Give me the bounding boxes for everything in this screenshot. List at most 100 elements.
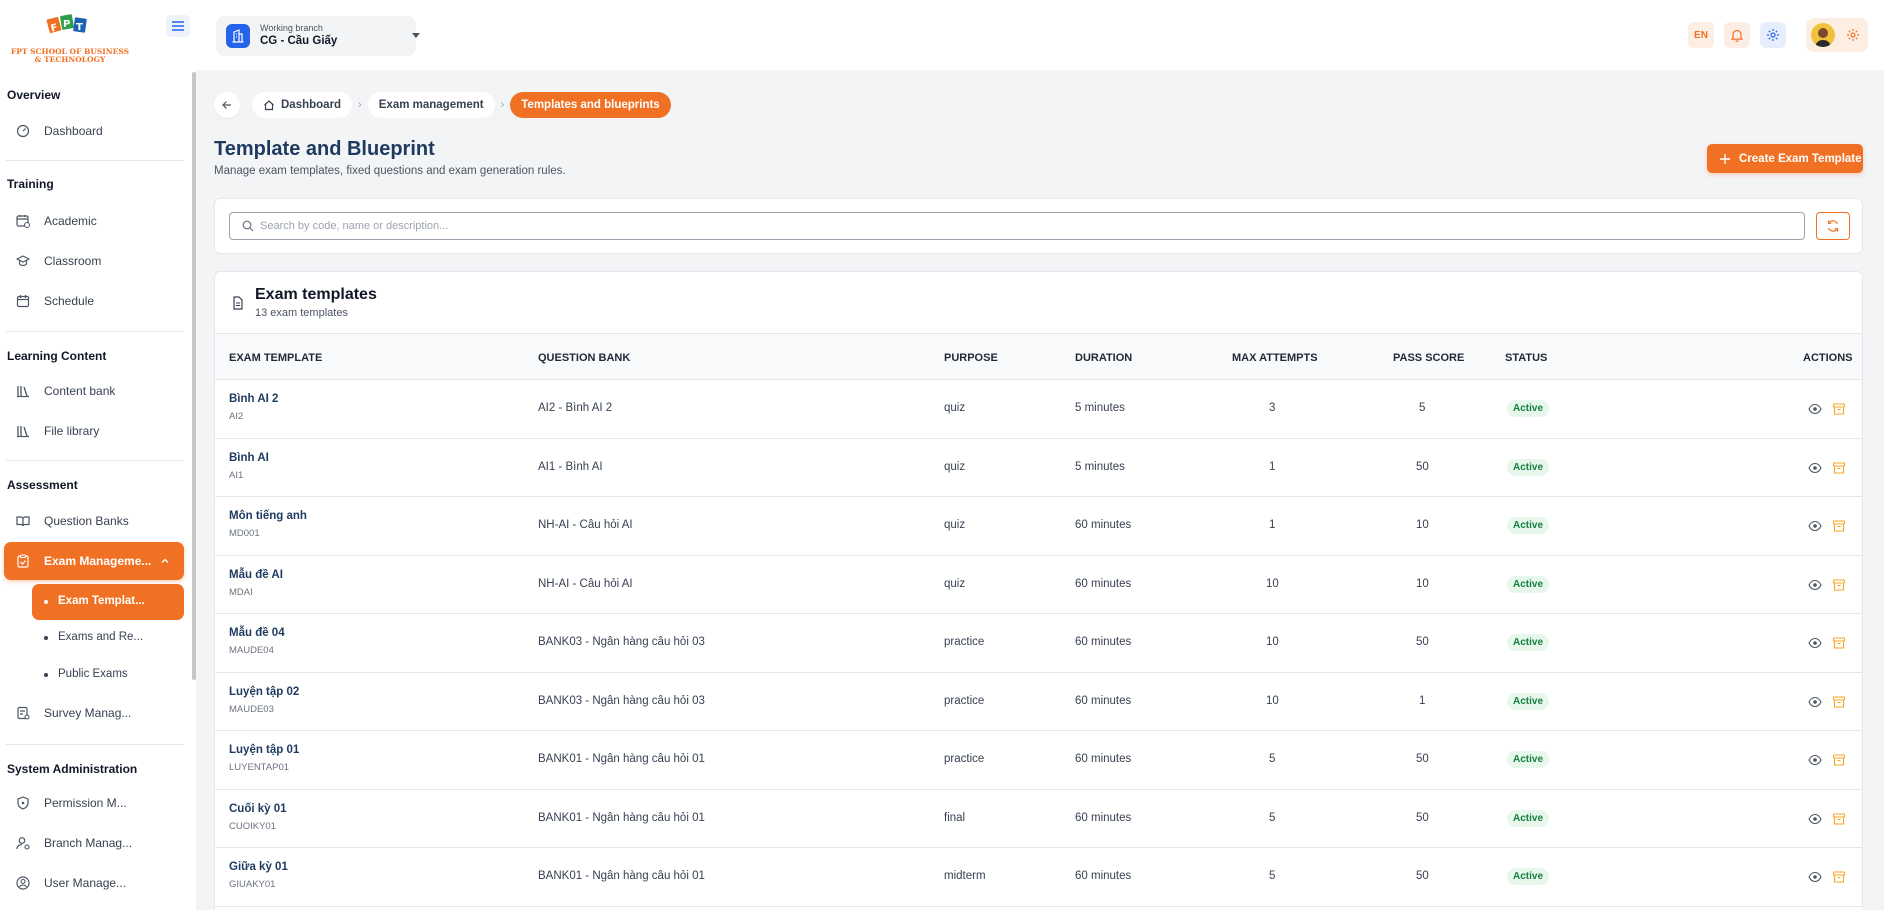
table-row[interactable]: Mẫu đề 04 MAUDE04 BANK03 - Ngân hàng câu…: [215, 614, 1862, 673]
sidebar-item-question-banks[interactable]: Question Banks: [4, 502, 184, 540]
fpt-logo[interactable]: F P T FPT SCHOOL OF BUSINESS & TECHNOLOG…: [8, 12, 132, 64]
archive-icon[interactable]: [1832, 812, 1846, 826]
sidebar-item-academic[interactable]: Academic: [4, 202, 184, 240]
question-bank-cell: BANK03 - Ngân hàng câu hỏi 03: [538, 694, 705, 707]
sidebar-item-classroom[interactable]: Classroom: [4, 242, 184, 280]
settings-button[interactable]: [1760, 22, 1786, 48]
eye-icon[interactable]: [1808, 812, 1822, 826]
archive-icon[interactable]: [1832, 461, 1846, 475]
sidebar-subitem-exam-templates[interactable]: Exam Templat...: [32, 584, 184, 620]
archive-icon[interactable]: [1832, 695, 1846, 709]
search-input[interactable]: [260, 217, 1780, 235]
sidebar-item-exam-management[interactable]: Exam Manageme...: [4, 542, 184, 580]
branch-selector[interactable]: Working branch CG - Cầu Giấy: [216, 16, 420, 56]
archive-icon[interactable]: [1832, 870, 1846, 884]
table-row[interactable]: Luyện tập 02 MAUDE03 BANK03 - Ngân hàng …: [215, 673, 1862, 731]
pass-score-cell: 50: [1416, 636, 1429, 648]
status-badge: Active: [1507, 458, 1550, 476]
column-header-purpose[interactable]: PURPOSE: [944, 352, 998, 364]
archive-icon[interactable]: [1832, 636, 1846, 650]
table-count: 13 exam templates: [255, 307, 348, 319]
breadcrumb-separator: ›: [500, 99, 505, 111]
breadcrumb-dashboard[interactable]: Dashboard: [252, 92, 353, 118]
back-button[interactable]: [214, 92, 240, 118]
sidebar-item-permission-management[interactable]: Permission M...: [4, 784, 184, 822]
sidebar-item-branch-management[interactable]: Branch Manag...: [4, 824, 184, 862]
archive-icon[interactable]: [1832, 753, 1846, 767]
max-attempts-cell: 10: [1266, 694, 1279, 707]
purpose-cell: final: [944, 811, 966, 824]
template-name[interactable]: Bình AI 2: [229, 393, 278, 405]
eye-icon[interactable]: [1808, 578, 1822, 592]
purpose-cell: quiz: [944, 402, 966, 414]
sidebar-item-label: Permission M...: [44, 796, 127, 810]
eye-icon[interactable]: [1808, 636, 1822, 650]
column-header-status[interactable]: STATUS: [1505, 352, 1547, 364]
sidebar: F P T FPT SCHOOL OF BUSINESS & TECHNOLOG…: [0, 0, 196, 910]
eye-icon[interactable]: [1808, 753, 1822, 767]
sidebar-item-label: File library: [44, 424, 100, 438]
sidebar-item-dashboard[interactable]: Dashboard: [4, 112, 184, 150]
column-header-question-bank[interactable]: QUESTION BANK: [538, 352, 630, 364]
column-header-duration[interactable]: DURATION: [1075, 352, 1132, 364]
logo-text: FPT SCHOOL OF BUSINESS & TECHNOLOGY: [10, 47, 130, 64]
caret-down-icon: [412, 33, 420, 38]
notifications-button[interactable]: [1724, 22, 1750, 48]
template-name[interactable]: Luyện tập 02: [229, 686, 299, 698]
column-header-max-attempts[interactable]: MAX ATTEMPTS: [1232, 352, 1318, 364]
column-header-pass-score[interactable]: PASS SCORE: [1393, 352, 1464, 364]
template-name[interactable]: Mẫu đề AI: [229, 569, 283, 581]
fpt-logo-icon: F P T: [46, 14, 87, 35]
archive-icon[interactable]: [1832, 578, 1846, 592]
language-button[interactable]: EN: [1688, 22, 1714, 48]
table-row[interactable]: Cuối kỳ 01 CUOIKY01 BANK01 - Ngân hàng c…: [215, 790, 1862, 848]
table-row[interactable]: Luyện tập 01 LUYENTAP01 BANK01 - Ngân hà…: [215, 731, 1862, 790]
sidebar-item-label: Content bank: [44, 384, 116, 398]
template-name[interactable]: Mẫu đề 04: [229, 627, 285, 639]
eye-icon[interactable]: [1808, 870, 1822, 884]
pass-score-cell: 50: [1416, 811, 1429, 824]
eye-icon[interactable]: [1808, 461, 1822, 475]
sidebar-item-schedule[interactable]: Schedule: [4, 282, 184, 320]
template-code: LUYENTAP01: [229, 762, 290, 773]
library-icon: [17, 426, 29, 438]
eye-icon[interactable]: [1808, 695, 1822, 709]
archive-icon[interactable]: [1832, 519, 1846, 533]
bullet-icon: [44, 673, 48, 677]
user-menu[interactable]: [1806, 18, 1868, 52]
template-name[interactable]: Bình AI: [229, 452, 269, 464]
table-row[interactable]: Giữa kỳ 01 GIUAKY01 BANK01 - Ngân hàng c…: [215, 848, 1862, 907]
template-code: MDAI: [229, 586, 253, 598]
sidebar-scrollbar[interactable]: [192, 72, 196, 680]
status-badge: Active: [1507, 575, 1550, 593]
table-row[interactable]: Mẫu đề AI MDAI NH-AI - Câu hỏi AI quiz 6…: [215, 556, 1862, 614]
template-name[interactable]: Cuối kỳ 01: [229, 803, 287, 815]
template-name[interactable]: Luyện tập 01: [229, 744, 299, 756]
eye-icon[interactable]: [1808, 519, 1822, 533]
create-button-label: Create Exam Template: [1739, 152, 1862, 165]
sidebar-item-user-management[interactable]: User Manage...: [4, 864, 184, 902]
sidebar-subitem-public-exams[interactable]: Public Exams: [32, 657, 184, 693]
refresh-button[interactable]: [1816, 212, 1850, 240]
sidebar-subitem-exams-and-results[interactable]: Exams and Re...: [32, 620, 184, 656]
archive-icon[interactable]: [1832, 402, 1846, 416]
status-badge: Active: [1507, 517, 1550, 534]
template-name[interactable]: Môn tiếng anh: [229, 510, 307, 522]
table-row[interactable]: Bình AI 2 AI2 AI2 - Bình AI 2 quiz 5 min…: [215, 380, 1862, 439]
breadcrumb-exam-management[interactable]: Exam management: [367, 92, 495, 118]
template-code: AI1: [229, 469, 244, 481]
avatar: [1811, 23, 1835, 47]
template-name[interactable]: Giữa kỳ 01: [229, 861, 288, 873]
question-bank-cell: BANK01 - Ngân hàng câu hỏi 01: [538, 811, 705, 824]
sidebar-item-content-bank[interactable]: Content bank: [4, 372, 184, 410]
column-header-exam-template[interactable]: EXAM TEMPLATE: [229, 352, 322, 364]
table-row[interactable]: Môn tiếng anh MD001 NH-AI - Câu hỏi AI q…: [215, 497, 1862, 556]
sidebar-item-file-library[interactable]: File library: [4, 412, 184, 450]
menu-toggle-button[interactable]: [166, 15, 190, 37]
table-row[interactable]: Bình AI AI1 AI1 - Bình AI quiz 5 minutes…: [215, 439, 1862, 497]
sidebar-item-survey-management[interactable]: Survey Manag...: [4, 694, 184, 732]
create-exam-template-button[interactable]: Create Exam Template: [1707, 144, 1863, 173]
eye-icon[interactable]: [1808, 402, 1822, 416]
breadcrumb-separator: ›: [358, 99, 362, 111]
breadcrumb-templates-and-blueprints[interactable]: Templates and blueprints: [510, 92, 671, 118]
